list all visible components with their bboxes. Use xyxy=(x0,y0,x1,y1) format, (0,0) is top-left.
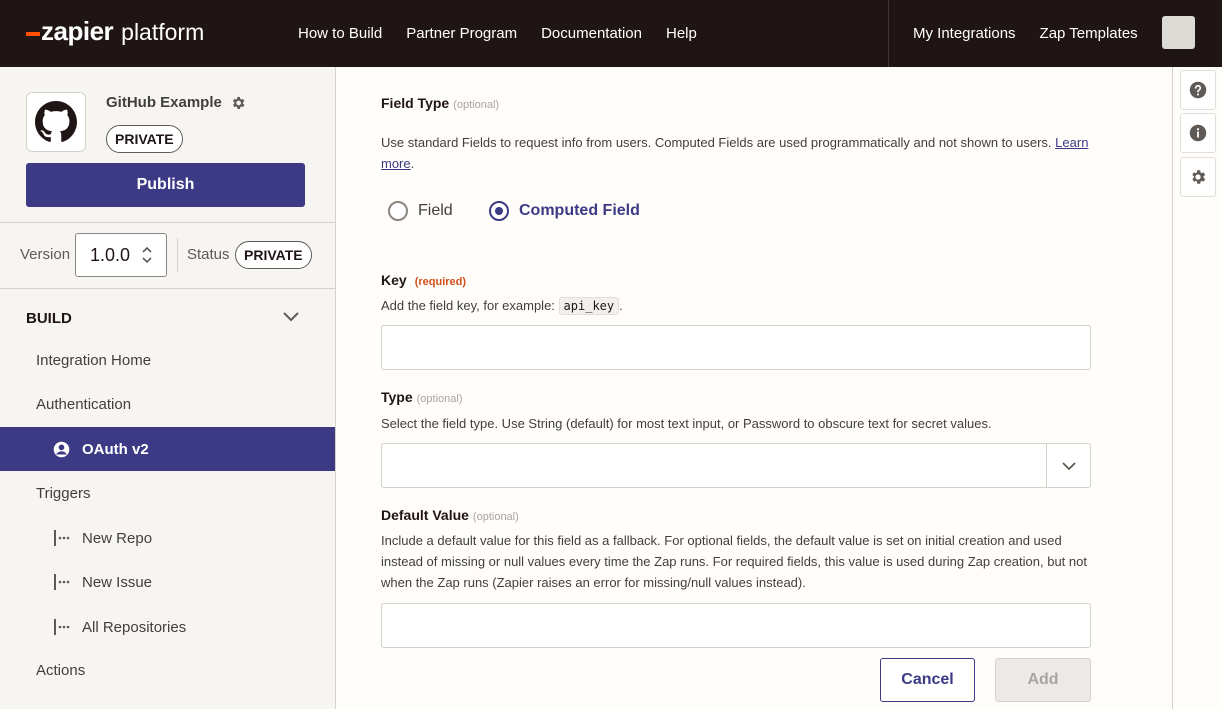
top-navigation-bar: zapier platform How to Build Partner Pro… xyxy=(0,0,1222,67)
key-label-text: Key xyxy=(381,272,407,288)
sidebar-item-label: All Repositories xyxy=(82,618,187,636)
app-settings-gear-icon[interactable] xyxy=(230,95,246,111)
nav-partner-program[interactable]: Partner Program xyxy=(406,25,517,42)
logo-sub: platform xyxy=(121,19,205,45)
default-value-input[interactable] xyxy=(381,603,1091,648)
logo-brand: zapier xyxy=(41,16,114,46)
default-value-label-text: Default Value xyxy=(381,507,469,523)
required-tag: (required) xyxy=(414,276,467,288)
right-rail xyxy=(1172,67,1222,709)
sidebar-item-actions[interactable]: Actions xyxy=(36,662,85,679)
add-button[interactable]: Add xyxy=(995,658,1091,702)
default-value-help: Include a default value for this field a… xyxy=(381,533,1087,590)
key-input[interactable] xyxy=(381,325,1091,370)
tree-branch-icon xyxy=(54,619,70,635)
radio-field[interactable]: Field xyxy=(388,201,453,221)
nav-divider xyxy=(888,0,889,67)
info-button[interactable] xyxy=(1180,113,1216,153)
chevron-down-icon[interactable] xyxy=(282,311,300,323)
sidebar-item-triggers[interactable]: Triggers xyxy=(36,485,90,502)
sidebar-item-label: New Issue xyxy=(82,573,153,591)
sidebar-divider xyxy=(0,288,335,289)
chevron-down-icon xyxy=(1061,461,1076,470)
field-type-label: Field Type (optional) xyxy=(381,95,499,111)
type-label: Type (optional) xyxy=(381,389,463,405)
sidebar-item-label: OAuth v2 xyxy=(82,441,149,458)
optional-tag: (optional) xyxy=(472,511,519,523)
radio-label: Field xyxy=(418,202,453,219)
logo-dash xyxy=(26,32,40,36)
app-status-badge: PRIVATE xyxy=(106,125,183,153)
nav-help[interactable]: Help xyxy=(666,25,697,42)
version-status-divider xyxy=(177,238,178,272)
user-circle-icon xyxy=(53,441,70,458)
main-content: Field Type (optional) Use standard Fields… xyxy=(336,67,1172,709)
nav-how-to-build[interactable]: How to Build xyxy=(298,25,382,42)
zapier-platform-logo[interactable]: zapier platform xyxy=(26,16,204,47)
type-select[interactable] xyxy=(381,443,1091,488)
sidebar-item-new-issue[interactable]: New Issue xyxy=(53,573,152,591)
publish-button[interactable]: Publish xyxy=(26,163,305,207)
sidebar-divider xyxy=(0,222,335,223)
version-value: 1.0.0 xyxy=(90,245,131,265)
sidebar-item-oauth-v2[interactable]: OAuth v2 xyxy=(0,427,335,471)
secondary-nav: My Integrations Zap Templates xyxy=(913,0,1162,67)
status-label: Status xyxy=(187,246,230,263)
gear-icon xyxy=(1192,170,1206,184)
type-select-toggle[interactable] xyxy=(1046,444,1090,487)
key-help-suffix: . xyxy=(619,298,623,313)
version-select[interactable]: 1.0.0 xyxy=(75,233,167,277)
github-app-icon xyxy=(26,92,86,152)
app-name: GitHub Example xyxy=(106,94,246,111)
field-type-label-text: Field Type xyxy=(381,95,450,111)
cancel-button[interactable]: Cancel xyxy=(880,658,975,702)
radio-circle-selected[interactable] xyxy=(489,201,509,221)
version-label: Version xyxy=(20,246,71,263)
sidebar: GitHub Example PRIVATE Publish Version 1… xyxy=(0,67,336,709)
radio-computed-field[interactable]: Computed Field xyxy=(489,201,640,221)
optional-tag: (optional) xyxy=(453,99,500,111)
help-button[interactable] xyxy=(1180,70,1216,110)
sidebar-item-authentication[interactable]: Authentication xyxy=(36,396,131,413)
field-type-help-text: Use standard Fields to request info from… xyxy=(381,135,1052,150)
field-type-help: Use standard Fields to request info from… xyxy=(381,135,1089,171)
tree-branch-icon xyxy=(54,530,70,546)
nav-my-integrations[interactable]: My Integrations xyxy=(913,25,1016,42)
primary-nav: How to Build Partner Program Documentati… xyxy=(298,0,721,67)
nav-documentation[interactable]: Documentation xyxy=(541,25,642,42)
sidebar-item-label: New Repo xyxy=(82,529,153,547)
sidebar-item-all-repositories[interactable]: All Repositories xyxy=(53,618,186,636)
info-icon xyxy=(1189,124,1207,142)
key-help-text: Add the field key, for example: xyxy=(381,298,555,313)
sidebar-item-new-repo[interactable]: New Repo xyxy=(53,529,152,547)
settings-button[interactable] xyxy=(1180,157,1216,197)
radio-circle[interactable] xyxy=(388,201,408,221)
optional-tag: (optional) xyxy=(416,393,463,405)
build-section-title: BUILD xyxy=(26,310,72,327)
app-name-text: GitHub Example xyxy=(106,94,222,111)
type-label-text: Type xyxy=(381,389,413,405)
key-help: Add the field key, for example: api_key. xyxy=(381,295,1091,317)
tree-branch-icon xyxy=(54,574,70,590)
help-icon xyxy=(1189,81,1207,99)
default-value-label: Default Value (optional) xyxy=(381,507,519,523)
status-badge: PRIVATE xyxy=(235,241,312,269)
github-icon xyxy=(35,101,77,142)
type-help: Select the field type. Use String (defau… xyxy=(381,416,992,431)
code-example: api_key xyxy=(558,297,620,315)
up-down-arrows-icon xyxy=(142,246,152,264)
nav-zap-templates[interactable]: Zap Templates xyxy=(1040,25,1138,42)
account-avatar[interactable] xyxy=(1162,16,1195,49)
sidebar-item-integration-home[interactable]: Integration Home xyxy=(36,352,151,369)
key-label: Key (required) xyxy=(381,272,466,288)
radio-label: Computed Field xyxy=(519,202,640,219)
